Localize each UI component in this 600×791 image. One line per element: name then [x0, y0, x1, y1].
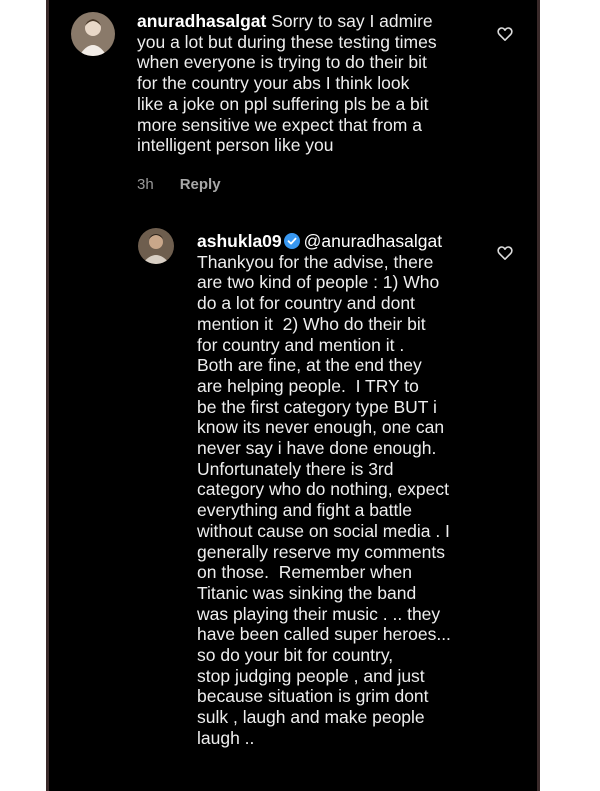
comment-text: Thankyou for the advise, there are two k… [197, 251, 451, 748]
profile-photo-icon[interactable] [71, 12, 115, 56]
comments-panel: anuradhasalgat Sorry to say I admire you… [46, 0, 540, 791]
comment-mention[interactable]: @anuradhasalgat [304, 231, 442, 251]
comment-meta: 3h Reply [137, 176, 247, 193]
comment-body: anuradhasalgat Sorry to say I admire you… [137, 11, 497, 156]
verified-badge-icon [283, 233, 300, 254]
heart-icon[interactable] [497, 26, 513, 46]
heart-icon[interactable] [497, 245, 513, 265]
profile-photo-icon[interactable] [138, 228, 174, 264]
comment-text: Sorry to say I admire you a lot but duri… [137, 11, 437, 156]
reply-button[interactable]: Reply [180, 176, 221, 193]
comment-timestamp: 3h [137, 176, 154, 193]
comment-username[interactable]: ashukla09 [197, 231, 282, 251]
comment-username[interactable]: anuradhasalgat [137, 11, 266, 31]
comment-header: ashukla09 @anuradhasalgat [197, 231, 497, 254]
comment-ashukla09: ashukla09 @anuradhasalgat Thankyou for th… [49, 220, 537, 791]
comment-anuradhasalgat: anuradhasalgat Sorry to say I admire you… [49, 0, 537, 200]
